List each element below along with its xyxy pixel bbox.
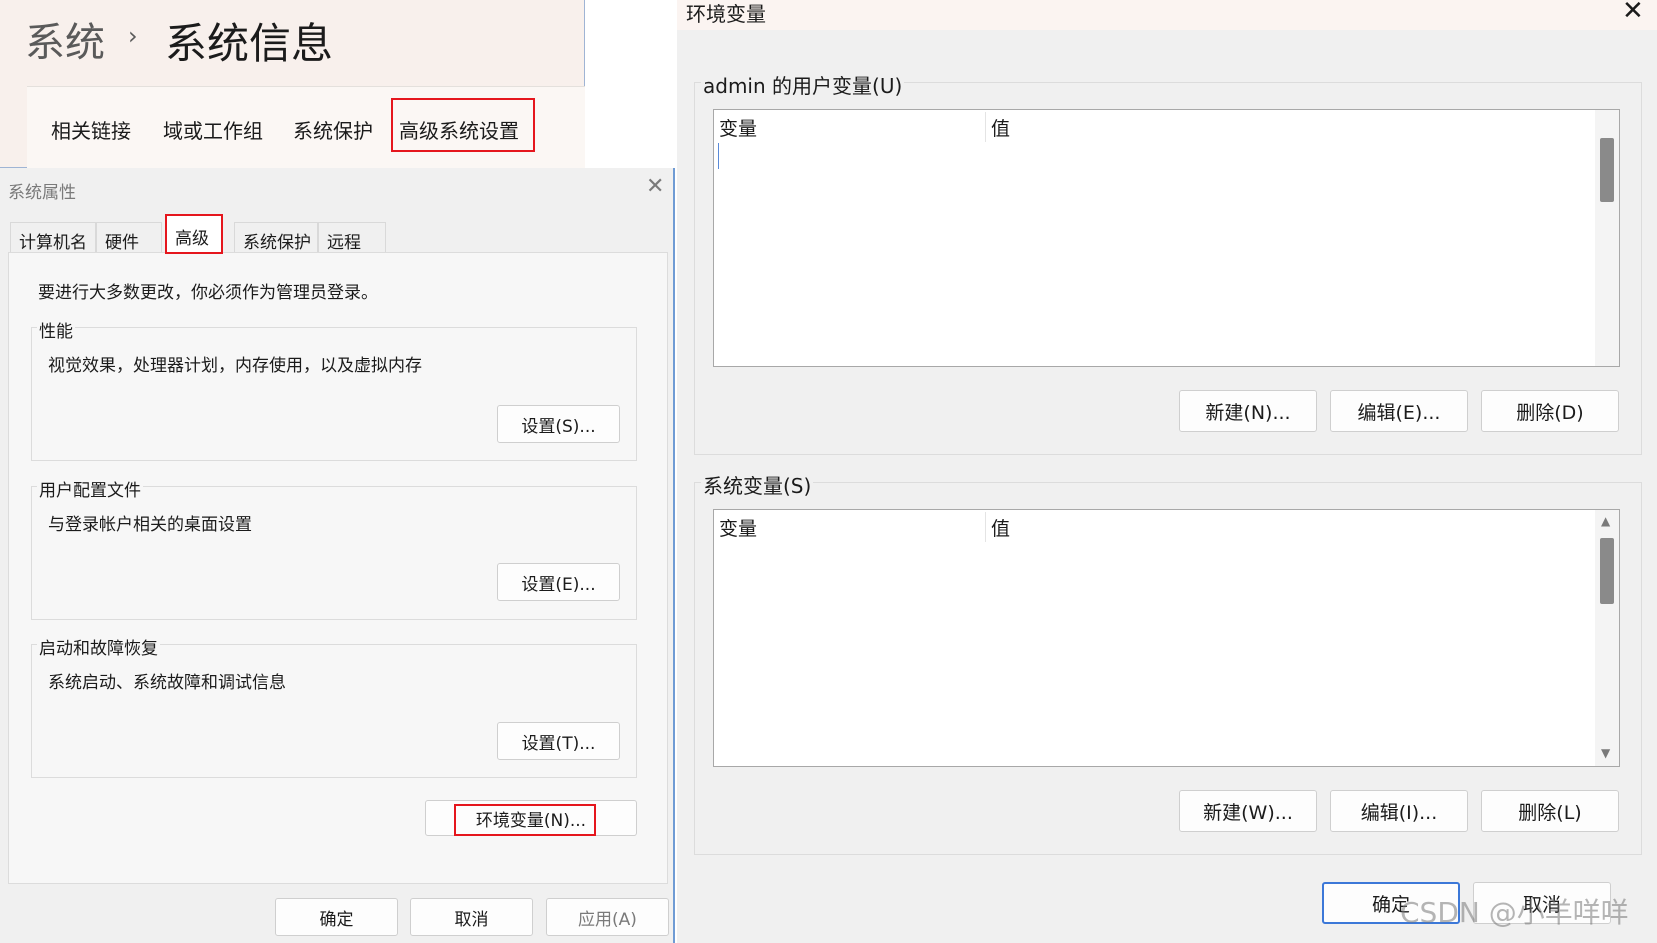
column-header-value[interactable]: 值 <box>991 114 1010 141</box>
close-icon[interactable]: ✕ <box>1622 0 1644 26</box>
system-protection-link[interactable]: 系统保护 <box>293 115 373 144</box>
system-variables-title: 系统变量(S) <box>701 470 814 499</box>
system-variables-list[interactable]: 变量 值 ▲ ▼ <box>713 509 1620 767</box>
dialog-title: 系统属性 <box>8 183 76 203</box>
system-list-scrollbar[interactable]: ▲ ▼ <box>1595 510 1619 766</box>
startup-recovery-group-desc: 系统启动、系统故障和调试信息 <box>48 673 286 693</box>
column-header-variable[interactable]: 变量 <box>719 514 757 541</box>
close-icon[interactable]: ✕ <box>646 174 664 199</box>
column-separator[interactable] <box>985 512 986 542</box>
scroll-up-icon[interactable]: ▲ <box>1601 514 1610 528</box>
breadcrumb-separator: › <box>128 22 138 50</box>
env-dialog-title: 环境变量 <box>686 2 766 26</box>
highlight-box-advanced-settings <box>391 98 535 152</box>
system-edit-button[interactable]: 编辑(I)... <box>1330 790 1468 832</box>
user-edit-button[interactable]: 编辑(E)... <box>1330 390 1468 432</box>
ok-button[interactable]: 确定 <box>275 898 398 936</box>
text-caret <box>718 143 719 169</box>
column-separator[interactable] <box>985 112 986 142</box>
tab-hardware[interactable]: 硬件 <box>96 222 162 253</box>
performance-group-title: 性能 <box>37 317 75 342</box>
breadcrumb-parent[interactable]: 系统 <box>25 10 105 68</box>
user-variables-list[interactable]: 变量 值 <box>713 109 1620 367</box>
column-header-variable[interactable]: 变量 <box>719 114 757 141</box>
startup-recovery-settings-button[interactable]: 设置(T)... <box>497 722 620 760</box>
domain-workgroup-link[interactable]: 域或工作组 <box>163 115 263 144</box>
scroll-thumb[interactable] <box>1600 138 1614 202</box>
scroll-thumb[interactable] <box>1600 538 1614 604</box>
highlight-box-env-vars <box>454 804 596 836</box>
performance-group-desc: 视觉效果，处理器计划，内存使用，以及虚拟内存 <box>48 356 422 376</box>
admin-note: 要进行大多数更改，你必须作为管理员登录。 <box>38 283 378 303</box>
cancel-button[interactable]: 取消 <box>410 898 533 936</box>
user-list-scrollbar[interactable] <box>1595 110 1619 366</box>
user-delete-button[interactable]: 删除(D) <box>1481 390 1619 432</box>
env-dialog-titlebar <box>677 0 1657 30</box>
watermark: CSDN @小羊咩咩 <box>1400 896 1629 929</box>
system-delete-button[interactable]: 删除(L) <box>1481 790 1619 832</box>
column-header-value[interactable]: 值 <box>991 514 1010 541</box>
startup-recovery-group-title: 启动和故障恢复 <box>37 634 160 659</box>
performance-settings-button[interactable]: 设置(S)... <box>497 405 620 443</box>
tab-remote[interactable]: 远程 <box>318 222 386 253</box>
user-new-button[interactable]: 新建(N)... <box>1179 390 1317 432</box>
scroll-down-icon[interactable]: ▼ <box>1601 746 1610 760</box>
related-links-label: 相关链接 <box>51 119 131 143</box>
tab-computer-name[interactable]: 计算机名 <box>10 222 96 253</box>
tab-advanced[interactable]: 高级 <box>165 214 223 254</box>
user-profiles-settings-button[interactable]: 设置(E)... <box>497 563 620 601</box>
page-title: 系统信息 <box>165 19 334 68</box>
user-profiles-group-desc: 与登录帐户相关的桌面设置 <box>48 515 252 535</box>
apply-button[interactable]: 应用(A) <box>546 898 669 936</box>
user-variables-title: admin 的用户变量(U) <box>701 70 905 99</box>
user-profiles-group-title: 用户配置文件 <box>37 476 143 501</box>
tab-system-protection[interactable]: 系统保护 <box>234 222 318 253</box>
system-new-button[interactable]: 新建(W)... <box>1179 790 1317 832</box>
